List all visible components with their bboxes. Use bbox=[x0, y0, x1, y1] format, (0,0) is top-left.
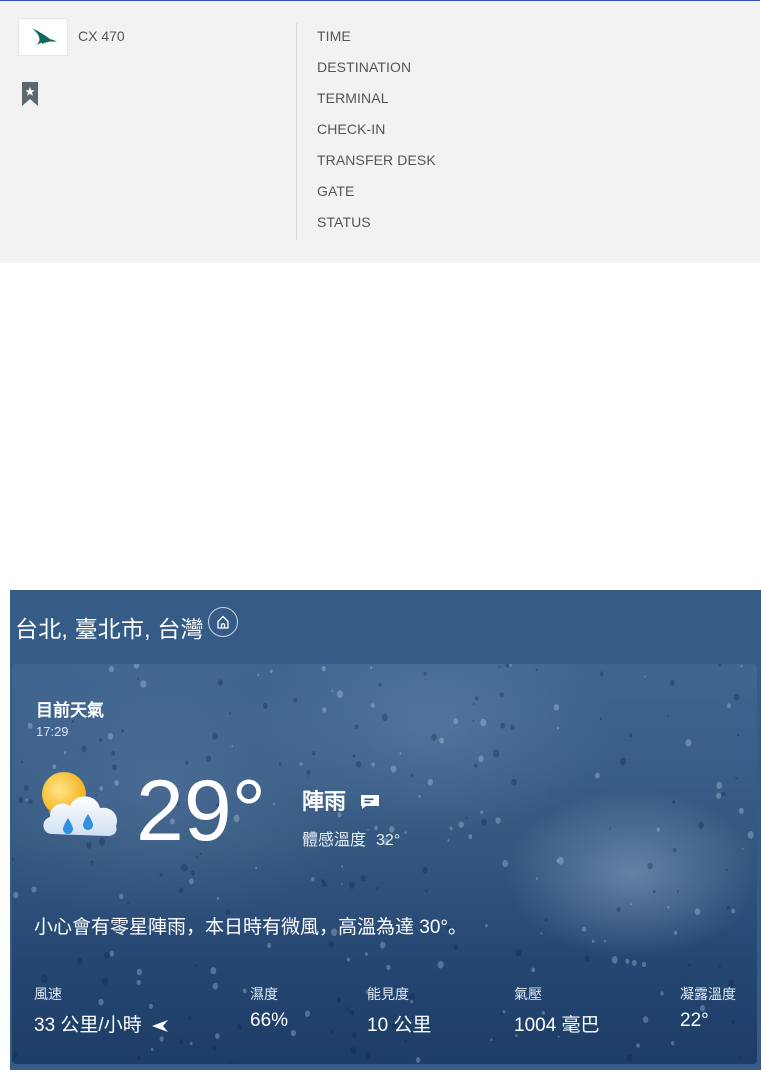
stat-pressure: 氣壓 1004 毫巴 bbox=[514, 984, 600, 1037]
stat-visibility: 能見度 10 公里 bbox=[367, 984, 431, 1037]
stat-wind: 風速 33 公里/小時 bbox=[34, 984, 169, 1037]
stat-label: 風速 bbox=[34, 986, 62, 1002]
stat-value: 10 公里 bbox=[367, 1015, 432, 1036]
stat-value: 22° bbox=[680, 1010, 709, 1031]
cathay-pacific-logo-icon bbox=[32, 28, 57, 45]
location-title: 台北, 臺北市, 台灣 bbox=[15, 616, 204, 642]
airline-logo bbox=[18, 18, 68, 56]
stat-label: 能見度 bbox=[367, 986, 409, 1002]
current-temperature: 29° bbox=[136, 763, 267, 859]
flight-card: CX 470 TIME DESTINATION TERMINAL CHECK-I… bbox=[0, 0, 760, 263]
home-button[interactable] bbox=[208, 607, 238, 637]
flight-number: CX 470 bbox=[78, 28, 125, 44]
home-icon bbox=[217, 615, 229, 629]
feels-like: 體感溫度 32° bbox=[302, 826, 400, 850]
bookmark-star-icon[interactable] bbox=[21, 82, 39, 111]
field-time: TIME bbox=[317, 28, 351, 44]
stat-label: 凝露溫度 bbox=[680, 986, 736, 1002]
current-weather-panel: 目前天氣 17:29 29° 陣雨 體感溫度 32° 小心會有零星陣雨，本日時有… bbox=[12, 664, 757, 1064]
stat-humidity: 濕度 66% bbox=[250, 984, 288, 1032]
message-icon[interactable] bbox=[360, 794, 380, 815]
observation-time: 17:29 bbox=[36, 724, 69, 739]
stat-label: 濕度 bbox=[250, 986, 278, 1002]
field-destination: DESTINATION bbox=[317, 59, 412, 75]
location-bar: 台北, 臺北市, 台灣 bbox=[10, 590, 761, 660]
current-weather-label: 目前天氣 bbox=[36, 701, 104, 720]
feels-like-value: 32° bbox=[376, 832, 401, 849]
feels-like-label: 體感溫度 bbox=[302, 832, 367, 849]
condition-text: 陣雨 bbox=[302, 789, 347, 814]
field-check-in: CHECK-IN bbox=[317, 121, 386, 137]
wind-direction-arrow-icon bbox=[151, 1019, 168, 1032]
weather-stats: 風速 33 公里/小時 濕度 66% 能見度 10 公里 氣壓 1004 毫巴 bbox=[34, 984, 744, 1044]
stat-value: 33 公里/小時 bbox=[34, 1010, 169, 1037]
weather-summary: 小心會有零星陣雨，本日時有微風，高溫為達 30°。 bbox=[34, 917, 468, 938]
vertical-divider bbox=[296, 23, 297, 240]
stat-value: 66% bbox=[250, 1010, 289, 1031]
field-status: STATUS bbox=[317, 214, 371, 230]
cloud-sun-rain-icon bbox=[42, 772, 118, 836]
flight-detail-fields: TIME DESTINATION TERMINAL CHECK-IN TRANS… bbox=[317, 23, 436, 240]
field-terminal: TERMINAL bbox=[317, 90, 389, 106]
stat-dew-point: 凝露溫度 22° bbox=[680, 984, 736, 1032]
stat-value: 1004 毫巴 bbox=[514, 1015, 600, 1036]
wind-speed-value: 33 公里/小時 bbox=[34, 1015, 142, 1036]
field-gate: GATE bbox=[317, 183, 355, 199]
weather-widget: 台北, 臺北市, 台灣 目前天氣 17:29 29° 陣雨 體感溫度 32° 小… bbox=[10, 590, 761, 1070]
field-transfer-desk: TRANSFER DESK bbox=[317, 152, 436, 168]
stat-label: 氣壓 bbox=[514, 986, 542, 1002]
